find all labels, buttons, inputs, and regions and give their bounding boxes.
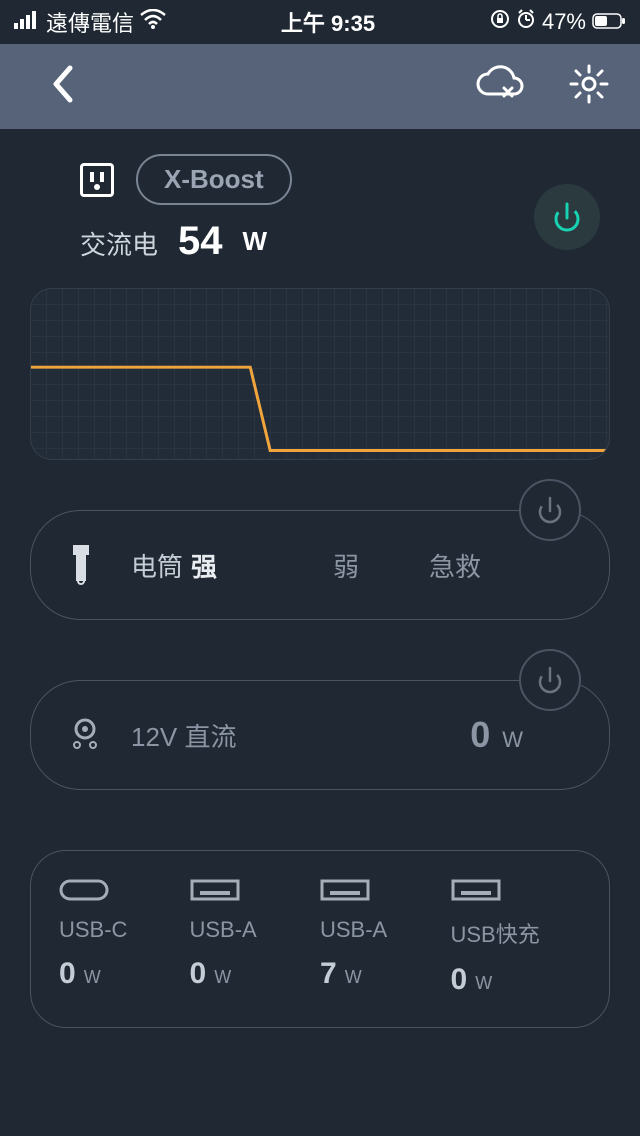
power-graph (30, 288, 610, 460)
usb-port: USB-A 7W (320, 877, 451, 997)
ac-power-toggle[interactable] (534, 184, 600, 250)
battery-icon (592, 9, 626, 35)
usb-section: USB-C0WUSB-A0WUSB-A7WUSB快充0W (30, 850, 610, 1028)
settings-icon[interactable] (568, 63, 610, 110)
xboost-pill[interactable]: X-Boost (136, 154, 292, 205)
flashlight-icon (67, 545, 95, 585)
flashlight-mode-weak[interactable]: 弱 (333, 547, 359, 584)
power-graph-line (31, 289, 609, 459)
usb-port-value: 0 (451, 963, 468, 997)
flashlight-mode-sos[interactable]: 急救 (429, 547, 481, 584)
usb-port-unit: W (84, 967, 101, 988)
usb-port: USB快充 0W (451, 877, 582, 997)
usb-port: USB-C 0W (59, 877, 190, 997)
usb-port-name: USB-A (190, 917, 257, 943)
usb-port-unit: W (214, 967, 231, 988)
usb-port-value: 7 (320, 957, 337, 991)
ac-unit: W (243, 226, 268, 257)
wifi-icon (140, 9, 166, 35)
ac-output-header: X-Boost 交流电 54 W (30, 154, 610, 264)
usb-port-name: USB快充 (451, 917, 540, 949)
usb-a-icon (190, 877, 240, 903)
dc-power-toggle[interactable] (519, 649, 581, 711)
flashlight-mode-strong[interactable]: 强 (191, 547, 217, 584)
usb-port-unit: W (475, 973, 492, 994)
dc-section: 12V 直流 0 W (30, 680, 610, 790)
alarm-icon (516, 9, 536, 35)
car-socket-icon (67, 715, 103, 756)
flashlight-section: 电筒 强 弱 急救 (30, 510, 610, 620)
usb-port-name: USB-C (59, 917, 127, 943)
status-bar: 遠傳電信 上午 9:35 47% (0, 0, 640, 44)
usb-a-icon (320, 877, 370, 903)
flashlight-power-toggle[interactable] (519, 479, 581, 541)
outlet-icon (80, 163, 114, 197)
ac-value: 54 (178, 219, 223, 264)
cloud-sync-icon[interactable] (474, 64, 526, 109)
signal-icon (14, 9, 40, 35)
usb-port: USB-A 0W (190, 877, 321, 997)
dc-unit: W (502, 727, 523, 753)
usb-port-value: 0 (59, 957, 76, 991)
usb-a-icon (451, 877, 501, 903)
clock: 上午 9:35 (281, 6, 375, 38)
status-right: 47% (490, 9, 626, 35)
carrier-label: 遠傳電信 (46, 6, 134, 38)
dc-label: 12V 直流 (131, 717, 237, 754)
back-button[interactable] (50, 64, 76, 109)
usb-port-unit: W (345, 967, 362, 988)
battery-percent: 47% (542, 9, 586, 35)
usb-port-value: 0 (190, 957, 207, 991)
ac-label: 交流电 (80, 225, 158, 262)
usb-port-name: USB-A (320, 917, 387, 943)
usb-c-icon (59, 877, 109, 903)
flashlight-label: 电筒 (131, 547, 183, 584)
status-left: 遠傳電信 (14, 6, 166, 38)
lock-rotation-icon (490, 9, 510, 35)
nav-bar (0, 44, 640, 129)
dc-value: 0 (470, 714, 490, 756)
